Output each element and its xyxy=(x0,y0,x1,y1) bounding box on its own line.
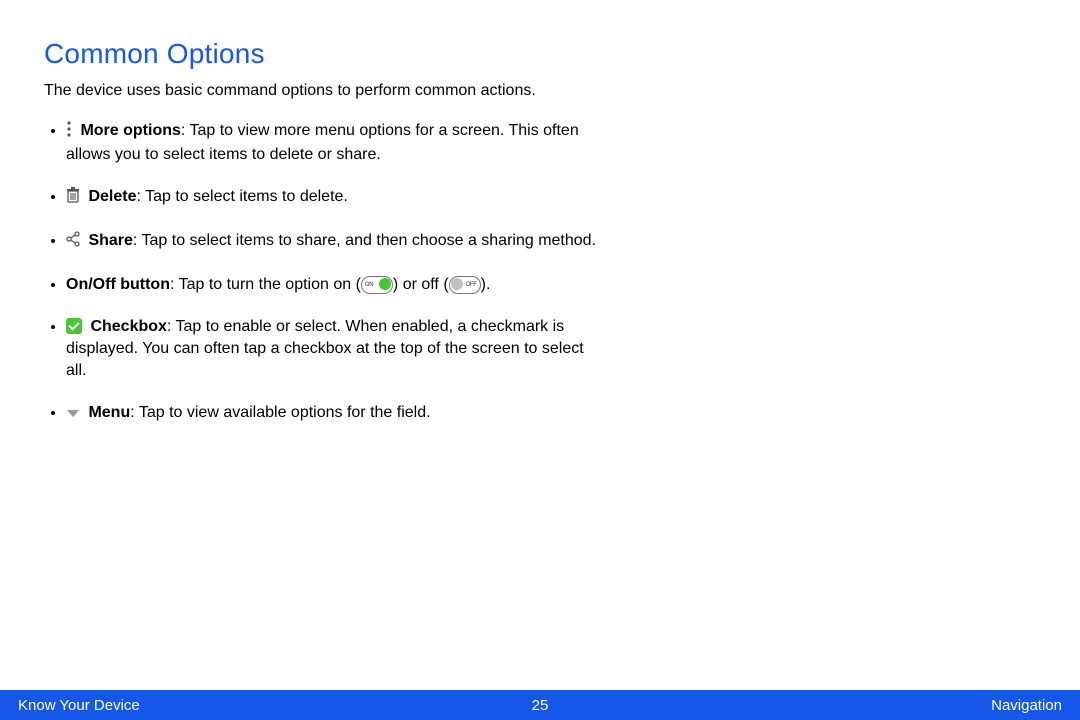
list-item-delete: Delete: Tap to select items to delete. xyxy=(66,186,604,210)
trash-icon xyxy=(66,187,80,210)
item-text: : Tap to select items to delete. xyxy=(136,188,347,205)
footer-bar: Know Your Device 25 Navigation xyxy=(0,690,1080,720)
list-item-share: Share: Tap to select items to share, and… xyxy=(66,230,604,254)
list-item-checkbox: Checkbox: Tap to enable or select. When … xyxy=(66,316,604,382)
item-text: : Tap to select items to share, and then… xyxy=(133,232,596,249)
content-column: Common Options The device uses basic com… xyxy=(0,0,648,426)
toggle-off-label: OFF xyxy=(466,277,477,293)
list-item-menu: Menu: Tap to view available options for … xyxy=(66,402,604,426)
share-icon xyxy=(66,231,80,254)
item-text: : Tap to view available options for the … xyxy=(130,404,430,421)
item-label: Delete xyxy=(88,188,136,205)
item-text-mid: ) or off ( xyxy=(393,276,449,293)
list-item-onoff: On/Off button: Tap to turn the option on… xyxy=(66,274,604,296)
toggle-on-icon: ON xyxy=(361,276,393,294)
checkbox-icon xyxy=(66,318,82,334)
item-label: More options xyxy=(80,122,180,139)
options-list: More options: Tap to view more menu opti… xyxy=(44,120,604,426)
item-text-suffix: ). xyxy=(481,276,491,293)
toggle-off-icon: OFF xyxy=(449,276,481,294)
footer-page-number: 25 xyxy=(0,697,1080,714)
intro-paragraph: The device uses basic command options to… xyxy=(44,80,604,102)
item-label: Share xyxy=(88,232,132,249)
page-container: Common Options The device uses basic com… xyxy=(0,0,1080,720)
toggle-on-label: ON xyxy=(365,277,373,293)
item-label: Menu xyxy=(88,404,130,421)
list-item-more-options: More options: Tap to view more menu opti… xyxy=(66,120,604,166)
chevron-down-icon xyxy=(66,404,80,426)
item-label: On/Off button xyxy=(66,276,170,293)
page-title: Common Options xyxy=(44,38,604,70)
item-text-prefix: : Tap to turn the option on ( xyxy=(170,276,361,293)
item-label: Checkbox xyxy=(90,318,166,335)
more-options-icon xyxy=(66,121,72,144)
